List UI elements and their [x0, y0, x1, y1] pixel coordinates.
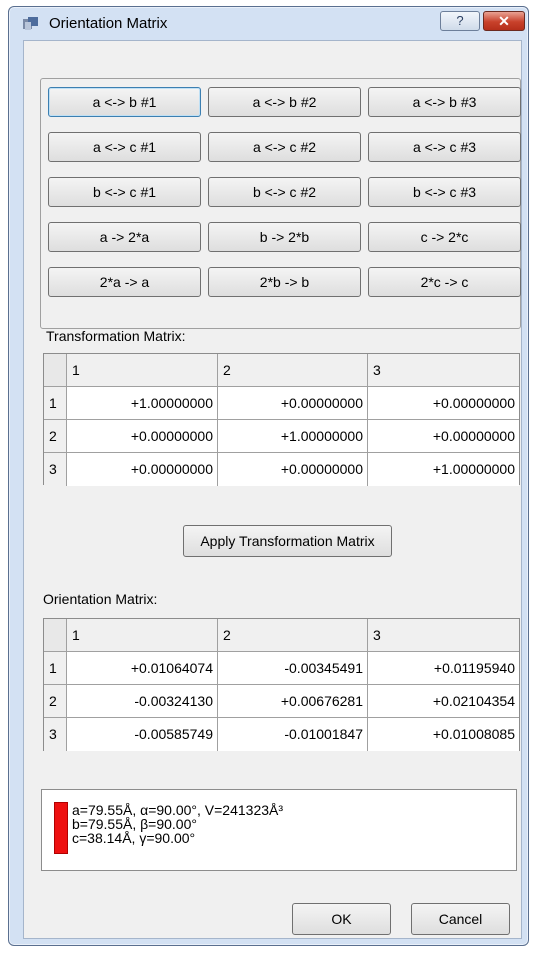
matrix-cell[interactable]: +0.00000000 [67, 453, 218, 486]
row-header: 1 [44, 387, 67, 420]
unit-cell-line-b: b=79.55Å, β=90.00° [72, 816, 197, 832]
grid-header-row: 1 2 3 [44, 354, 519, 387]
matrix-cell[interactable]: -0.00324130 [67, 685, 218, 718]
swap-a-b-1-button[interactable]: a <-> b #1 [48, 87, 201, 117]
swap-a-c-3-button[interactable]: a <-> c #3 [368, 132, 521, 162]
grid-corner [44, 619, 67, 652]
matrix-cell[interactable]: +0.01008085 [368, 718, 519, 751]
row-header: 2 [44, 420, 67, 453]
column-header: 1 [67, 619, 218, 652]
orientation-matrix-dialog: Orientation Matrix ? ✕ a <-> b #1 a <-> … [8, 6, 529, 946]
table-row: 2 -0.00324130 +0.00676281 +0.02104354 [44, 685, 519, 718]
column-header: 1 [67, 354, 218, 387]
halve-a-button[interactable]: 2*a -> a [48, 267, 201, 297]
matrix-cell[interactable]: +0.00676281 [218, 685, 368, 718]
matrix-cell[interactable]: +1.00000000 [368, 453, 519, 486]
axis-swap-button-group: a <-> b #1 a <-> b #2 a <-> b #3 a <-> c… [40, 78, 521, 329]
matrix-cell[interactable]: +0.00000000 [218, 453, 368, 486]
orientation-matrix-grid: 1 2 3 1 +0.01064074 -0.00345491 +0.01195… [43, 618, 520, 751]
swap-a-c-2-button[interactable]: a <-> c #2 [208, 132, 361, 162]
close-button[interactable]: ✕ [483, 11, 525, 31]
unit-cell-line-a: a=79.55Å, α=90.00°, V=241323Å³ [72, 802, 284, 818]
column-header: 3 [368, 619, 519, 652]
swap-a-b-3-button[interactable]: a <-> b #3 [368, 87, 521, 117]
swap-a-b-2-button[interactable]: a <-> b #2 [208, 87, 361, 117]
matrix-cell[interactable]: -0.00585749 [67, 718, 218, 751]
swap-a-c-1-button[interactable]: a <-> c #1 [48, 132, 201, 162]
swap-b-c-3-button[interactable]: b <-> c #3 [368, 177, 521, 207]
table-row: 1 +1.00000000 +0.00000000 +0.00000000 [44, 387, 519, 420]
column-header: 2 [218, 619, 368, 652]
unit-cell-line-c: c=38.14Å, γ=90.00° [72, 830, 196, 846]
matrix-cell[interactable]: +1.00000000 [218, 420, 368, 453]
row-header: 1 [44, 652, 67, 685]
row-header: 3 [44, 453, 67, 486]
matrix-cell[interactable]: -0.00345491 [218, 652, 368, 685]
halve-c-button[interactable]: 2*c -> c [368, 267, 521, 297]
halve-b-button[interactable]: 2*b -> b [208, 267, 361, 297]
app-icon [23, 17, 38, 30]
transformation-matrix-label: Transformation Matrix: [46, 328, 186, 344]
transformation-matrix-grid: 1 2 3 1 +1.00000000 +0.00000000 +0.00000… [43, 353, 520, 486]
double-c-button[interactable]: c -> 2*c [368, 222, 521, 252]
column-header: 2 [218, 354, 368, 387]
row-header: 3 [44, 718, 67, 751]
matrix-cell[interactable]: +0.00000000 [368, 387, 519, 420]
ok-button[interactable]: OK [292, 903, 391, 935]
matrix-cell[interactable]: +0.01195940 [368, 652, 519, 685]
matrix-cell[interactable]: -0.01001847 [218, 718, 368, 751]
unit-cell-info-box: a=79.55Å, α=90.00°, V=241323Å³ b=79.55Å,… [41, 789, 517, 871]
matrix-cell[interactable]: +0.01064074 [67, 652, 218, 685]
table-row: 2 +0.00000000 +1.00000000 +0.00000000 [44, 420, 519, 453]
swap-b-c-1-button[interactable]: b <-> c #1 [48, 177, 201, 207]
matrix-cell[interactable]: +0.00000000 [218, 387, 368, 420]
matrix-cell[interactable]: +0.00000000 [67, 420, 218, 453]
matrix-cell[interactable]: +1.00000000 [67, 387, 218, 420]
window-title: Orientation Matrix [49, 15, 168, 32]
help-button[interactable]: ? [440, 11, 480, 31]
grid-header-row: 1 2 3 [44, 619, 519, 652]
matrix-cell[interactable]: +0.00000000 [368, 420, 519, 453]
row-header: 2 [44, 685, 67, 718]
table-row: 3 -0.00585749 -0.01001847 +0.01008085 [44, 718, 519, 751]
apply-transformation-button[interactable]: Apply Transformation Matrix [183, 525, 392, 557]
orientation-matrix-label: Orientation Matrix: [43, 591, 158, 607]
dialog-body: a <-> b #1 a <-> b #2 a <-> b #3 a <-> c… [23, 40, 522, 939]
double-a-button[interactable]: a -> 2*a [48, 222, 201, 252]
table-row: 3 +0.00000000 +0.00000000 +1.00000000 [44, 453, 519, 486]
title-bar: Orientation Matrix ? ✕ [9, 7, 528, 39]
cell-color-swatch [54, 802, 68, 854]
cancel-button[interactable]: Cancel [411, 903, 510, 935]
table-row: 1 +0.01064074 -0.00345491 +0.01195940 [44, 652, 519, 685]
column-header: 3 [368, 354, 519, 387]
matrix-cell[interactable]: +0.02104354 [368, 685, 519, 718]
grid-corner [44, 354, 67, 387]
swap-b-c-2-button[interactable]: b <-> c #2 [208, 177, 361, 207]
double-b-button[interactable]: b -> 2*b [208, 222, 361, 252]
